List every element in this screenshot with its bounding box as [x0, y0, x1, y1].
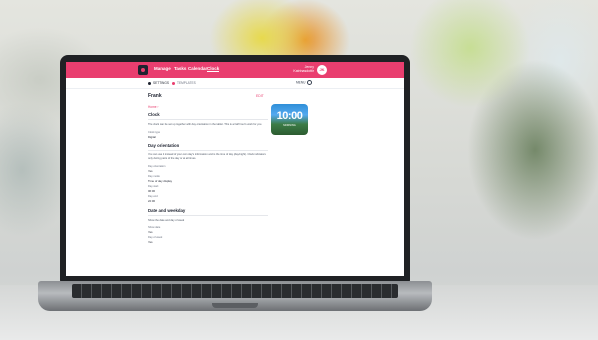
menu-label: MENU	[296, 80, 306, 85]
help-circle-icon	[307, 80, 313, 85]
field-label: Day end	[148, 195, 158, 198]
field-label: Show date	[148, 226, 161, 229]
laptop-screen: Manage Tasks Calendar Clock Jenny Katrin…	[66, 62, 404, 276]
field-value: 22:00	[148, 199, 155, 203]
tab-templates-label: TEMPLATES	[177, 81, 196, 85]
field-value: 06:00	[148, 189, 155, 193]
sub-navigation: SETTINGS TEMPLATES MENU	[66, 78, 404, 89]
tab-templates[interactable]: TEMPLATES	[172, 81, 196, 85]
field-label: Day of week	[148, 236, 163, 239]
clock-description: The clock can be set up together with da…	[148, 123, 263, 126]
templates-dot-icon	[172, 81, 175, 85]
tab-settings[interactable]: SETTINGS	[148, 81, 169, 85]
clock-preview-image: 10:00 MORNING	[271, 104, 308, 135]
user-name[interactable]: Jenny Katrinasdottir	[286, 65, 314, 73]
nav-clock[interactable]: Clock	[207, 66, 220, 72]
field-label: Day mode	[148, 175, 160, 178]
section-title-clock: Clock	[148, 112, 160, 117]
laptop-keyboard	[72, 284, 398, 298]
breadcrumb[interactable]: Home ›	[148, 105, 158, 109]
laptop-hinge	[212, 303, 258, 308]
app-header: Manage Tasks Calendar Clock Jenny Katrin…	[66, 62, 404, 78]
divider	[148, 215, 268, 216]
field-label: Day orientation	[148, 165, 166, 168]
menu-button[interactable]: MENU	[296, 80, 313, 85]
field-label: Day start	[148, 185, 159, 188]
section-title-day-orientation: Day orientation	[148, 143, 180, 148]
preview-subtitle: MORNING	[283, 124, 296, 127]
tab-settings-label: SETTINGS	[153, 81, 169, 85]
user-last-name: Katrinasdottir	[293, 69, 314, 73]
edit-button[interactable]: EDIT	[256, 94, 264, 98]
nav-manage[interactable]: Manage	[154, 66, 171, 71]
field-value: Yes	[148, 240, 153, 244]
clock-type-value: Digital	[148, 135, 156, 139]
section-title-date-weekday: Date and weekday	[148, 208, 186, 213]
divider	[148, 119, 268, 120]
avatar[interactable]: JK	[317, 65, 327, 75]
divider	[148, 150, 268, 151]
nav-tasks[interactable]: Tasks	[174, 66, 186, 71]
day-description: You can use it instead of your own day's…	[148, 153, 266, 160]
preview-time: 10:00	[276, 110, 303, 122]
field-value: Yes	[148, 169, 153, 173]
date-description: Show the date and day of week	[148, 219, 185, 222]
settings-dot-icon	[148, 81, 151, 85]
clock-type-label: Clock type	[148, 131, 161, 134]
page-title: Frank	[148, 93, 162, 99]
app-logo-icon[interactable]	[138, 65, 148, 75]
field-value: Time of day display	[148, 179, 172, 183]
field-value: Yes	[148, 230, 153, 234]
nav-calendar[interactable]: Calendar	[188, 66, 207, 71]
